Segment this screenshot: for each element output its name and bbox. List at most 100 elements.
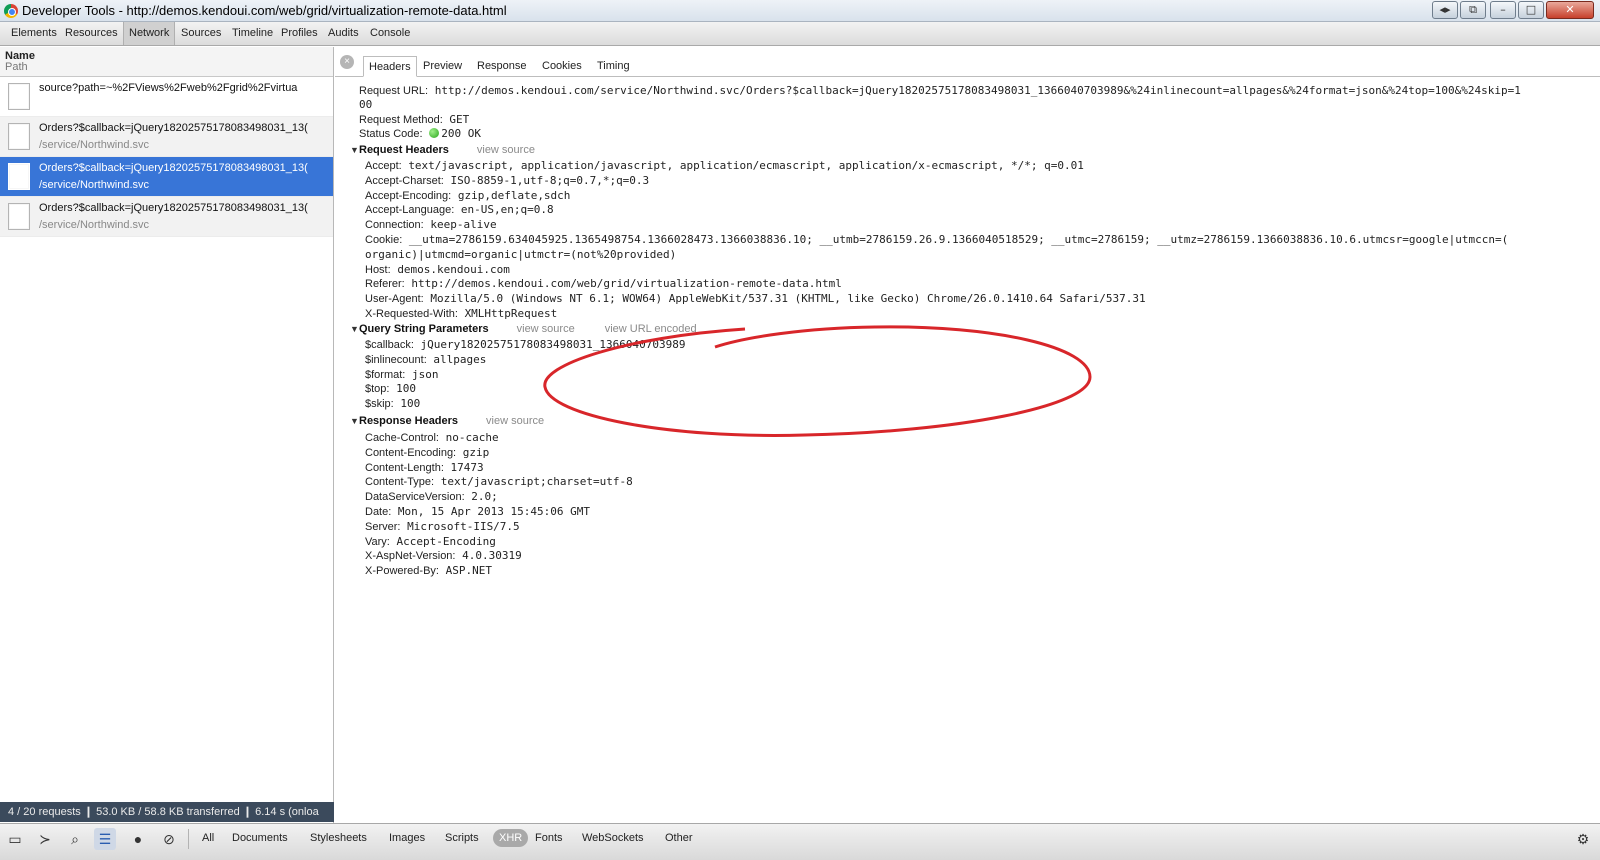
response-header-value: 17473 — [450, 460, 484, 474]
request-headers-section[interactable]: ▼Request Headers view source — [350, 143, 535, 157]
response-headers-section[interactable]: ▼Response Headers view source — [350, 414, 544, 428]
request-header-name: Accept-Language: — [365, 204, 455, 217]
request-name: source?path=~%2FViews%2Fweb%2Fgrid%2Fvir… — [39, 82, 298, 94]
request-header-row: Accept-Charset: ISO-8859-1,utf-8;q=0.7,*… — [365, 174, 649, 188]
filter-other[interactable]: Other — [659, 829, 699, 847]
filter-documents[interactable]: Documents — [226, 829, 294, 847]
filter-xhr[interactable]: XHR — [493, 829, 529, 847]
filter-websockets[interactable]: WebSockets — [576, 829, 650, 847]
response-headers-view-source-link[interactable]: view source — [486, 415, 544, 427]
response-header-name: Cache-Control: — [365, 432, 439, 444]
response-header-name: Content-Type: — [365, 476, 435, 489]
request-url-continuation: 00 — [359, 98, 372, 112]
filter-images[interactable]: Images — [383, 829, 431, 847]
filter-fonts[interactable]: Fonts — [529, 829, 569, 847]
request-method-value: GET — [449, 113, 470, 126]
request-header-value: keep-alive — [430, 218, 497, 232]
request-list-header[interactable]: Name Path — [0, 47, 333, 77]
request-header-value: text/javascript, application/javascript,… — [408, 159, 1084, 172]
request-headers-title: Request Headers — [359, 144, 449, 156]
document-icon — [8, 83, 30, 110]
query-param-name: $top: — [365, 383, 390, 396]
request-header-row: Accept-Language: en-US,en;q=0.8 — [365, 203, 554, 217]
dock-icon[interactable]: ▭ — [4, 828, 26, 850]
request-header-value: XMLHttpRequest — [464, 307, 558, 320]
disclosure-triangle-icon[interactable]: ▼ — [350, 414, 359, 428]
filter-stylesheets[interactable]: Stylesheets — [304, 829, 373, 847]
status-code-value: 200 OK — [441, 127, 481, 140]
query-param-name: $format: — [365, 368, 406, 381]
request-row[interactable]: Orders?$callback=jQuery18202575178083498… — [0, 117, 333, 157]
query-param-row: $callback: jQuery18202575178083498031_13… — [365, 338, 685, 352]
request-header-value: ISO-8859-1,utf-8;q=0.7,*;q=0.3 — [450, 173, 650, 187]
tab-profiles[interactable]: Profiles — [276, 22, 323, 45]
request-header-name: Accept-Encoding: — [365, 189, 452, 202]
response-header-name: Date: — [365, 506, 392, 518]
clear-icon[interactable]: ⊘ — [158, 828, 180, 850]
query-params-view-url-encoded-link[interactable]: view URL encoded — [605, 323, 697, 335]
response-header-row: Date: Mon, 15 Apr 2013 15:45:06 GMT — [365, 505, 590, 519]
minimize-button[interactable]: – — [1490, 1, 1516, 19]
tab-elements[interactable]: Elements — [6, 22, 62, 45]
tab-network[interactable]: Network — [123, 22, 176, 45]
request-header-name: X-Requested-With: — [365, 308, 458, 320]
devtools-toolbar: Elements Resources Network Sources Timel… — [0, 22, 1600, 46]
status-code-row: Status Code: 200 OK — [359, 127, 481, 141]
response-header-value: text/javascript;charset=utf-8 — [440, 475, 633, 489]
response-header-value: 2.0; — [471, 490, 498, 504]
request-row[interactable]: Orders?$callback=jQuery18202575178083498… — [0, 197, 333, 237]
close-window-button[interactable]: ✕ — [1546, 1, 1594, 19]
request-header-row: User-Agent: Mozilla/5.0 (Windows NT 6.1;… — [365, 292, 1146, 306]
request-path: /service/Northwind.svc — [39, 179, 150, 191]
tab-cookies[interactable]: Cookies — [537, 56, 587, 77]
query-param-value: json — [411, 367, 439, 381]
request-headers-view-source-link[interactable]: view source — [477, 144, 535, 156]
close-detail-icon[interactable]: × — [340, 55, 354, 69]
tab-resources[interactable]: Resources — [60, 22, 123, 45]
tab-response[interactable]: Response — [472, 56, 532, 77]
disclosure-triangle-icon[interactable]: ▼ — [350, 143, 359, 157]
settings-gear-icon[interactable]: ⚙ — [1572, 828, 1594, 850]
filter-scripts[interactable]: Scripts — [439, 829, 485, 847]
request-row-selected[interactable]: Orders?$callback=jQuery18202575178083498… — [0, 157, 333, 197]
request-list-panel: Name Path source?path=~%2FViews%2Fweb%2F… — [0, 47, 334, 823]
path-column-header[interactable]: Path — [5, 61, 328, 73]
query-param-row: $top: 100 — [365, 382, 416, 396]
response-header-name: Server: — [365, 520, 401, 533]
request-header-name: User-Agent: — [365, 293, 424, 306]
query-params-view-source-link[interactable]: view source — [517, 323, 575, 335]
console-icon[interactable]: ≻ — [34, 828, 56, 850]
request-header-row: Referer: http://demos.kendoui.com/web/gr… — [365, 277, 842, 291]
tab-audits[interactable]: Audits — [323, 22, 364, 45]
tab-preview[interactable]: Preview — [418, 56, 467, 77]
query-param-row: $skip: 100 — [365, 397, 420, 411]
document-icon — [8, 163, 30, 190]
tab-timing[interactable]: Timing — [592, 56, 635, 77]
response-headers-title: Response Headers — [359, 415, 459, 427]
request-url-row: Request URL: http://demos.kendoui.com/se… — [359, 84, 1521, 98]
list-view-icon[interactable]: ☰ — [94, 828, 116, 850]
record-icon[interactable]: ● — [127, 828, 149, 850]
query-params-section[interactable]: ▼Query String Parameters view source view … — [350, 322, 697, 336]
request-header-value: organic)|utmcmd=organic|utmctr=(not%20pr… — [365, 247, 677, 261]
tab-console[interactable]: Console — [365, 22, 415, 45]
search-icon[interactable]: ⌕ — [64, 828, 86, 850]
request-detail-panel: × Headers Preview Response Cookies Timin… — [335, 47, 1600, 823]
tab-headers[interactable]: Headers — [363, 56, 417, 77]
response-header-row: X-AspNet-Version: 4.0.30319 — [365, 549, 522, 563]
network-bottom-bar: ▭ ≻ ⌕ ☰ ● ⊘ All Documents Stylesheets Image… — [0, 823, 1600, 860]
request-row[interactable]: source?path=~%2FViews%2Fweb%2Fgrid%2Fvir… — [0, 77, 333, 117]
dock-toggle-button[interactable]: ◂▸ — [1432, 1, 1458, 19]
request-method-label: Request Method: — [359, 114, 443, 126]
tab-sources[interactable]: Sources — [176, 22, 226, 45]
request-header-value: __utma=2786159.634045925.1365498754.1366… — [408, 233, 1509, 246]
maximize-button[interactable]: □ — [1518, 1, 1544, 19]
tab-timeline[interactable]: Timeline — [227, 22, 278, 45]
undock-button[interactable]: ⧉ — [1460, 1, 1486, 19]
filter-all[interactable]: All — [196, 829, 220, 847]
disclosure-triangle-icon[interactable]: ▼ — [350, 322, 359, 336]
document-icon — [8, 203, 30, 230]
query-param-value: jQuery18202575178083498031_1366040703989 — [420, 338, 686, 351]
query-param-name: $skip: — [365, 398, 394, 411]
query-param-value: allpages — [433, 352, 487, 366]
